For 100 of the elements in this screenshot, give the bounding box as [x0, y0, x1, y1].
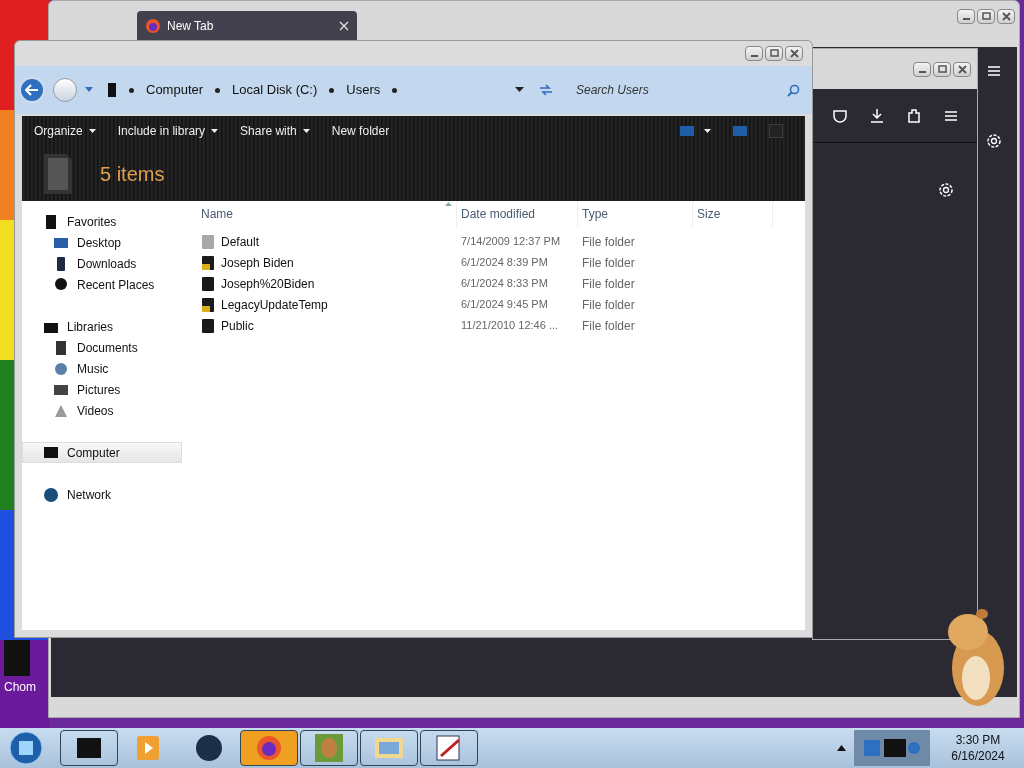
nav-item[interactable]: Desktop	[22, 232, 182, 253]
folder-icon	[201, 275, 215, 292]
close-icon	[789, 49, 799, 58]
type-cell-text: File folder	[581, 233, 636, 251]
nav-item[interactable]: Music	[22, 358, 182, 379]
locked-folder-icon	[201, 254, 215, 271]
bullet-icon	[129, 87, 134, 93]
settings-icon[interactable]	[937, 181, 955, 199]
dropdown-icon[interactable]	[515, 87, 524, 93]
nav-item[interactable]: Computer	[22, 442, 182, 463]
desktop-icon-label[interactable]: Chom	[4, 678, 36, 696]
search-icon	[787, 83, 800, 97]
date-cell-text: 6/1/2024 9:45 PM	[460, 297, 549, 313]
settings-icon[interactable]	[985, 132, 1003, 150]
maximize-button[interactable]	[765, 46, 783, 61]
minimize-icon	[918, 70, 926, 73]
column-header[interactable]: Type	[578, 201, 693, 227]
back-button[interactable]	[19, 77, 45, 103]
maximize-icon	[937, 64, 947, 74]
caret-icon	[88, 129, 96, 133]
minimize-button[interactable]	[745, 46, 763, 61]
file-name[interactable]: Joseph Biden	[221, 253, 294, 272]
maximize-button[interactable]	[933, 61, 951, 77]
toolbar-button[interactable]: Organize	[34, 122, 96, 140]
close-button[interactable]	[997, 9, 1015, 24]
breadcrumb[interactable]: Users	[346, 80, 381, 100]
close-button[interactable]	[785, 46, 803, 61]
windows-logo	[9, 731, 43, 765]
documents-icon	[53, 339, 69, 356]
nav-item[interactable]: Network	[22, 484, 182, 505]
recent-icon	[53, 276, 69, 293]
file-name[interactable]: Default	[221, 232, 260, 251]
caret-icon	[302, 129, 310, 133]
firefox-icon	[145, 17, 161, 34]
date-cell-text: 6/1/2024 8:33 PM	[460, 276, 549, 292]
minimize-icon	[750, 55, 758, 57]
caret-icon[interactable]	[704, 129, 711, 133]
maximize-icon	[769, 49, 779, 58]
nav-item[interactable]: Libraries	[22, 316, 182, 337]
caret-icon	[211, 129, 219, 133]
item-count: 5 items	[100, 161, 165, 187]
nav-item[interactable]: Videos	[22, 400, 182, 421]
download-icon[interactable]	[868, 107, 885, 124]
menu-icon[interactable]	[987, 64, 1001, 78]
date-cell-text: 6/1/2024 8:39 PM	[460, 255, 549, 271]
bullet-icon	[215, 87, 221, 93]
search-field[interactable]: Search Users	[576, 81, 787, 99]
minimize-button[interactable]	[913, 61, 931, 77]
music-icon	[53, 360, 69, 377]
folder-icon	[201, 317, 215, 334]
puzzle-icon[interactable]	[905, 107, 922, 124]
type-cell-text: File folder	[581, 275, 636, 293]
maximize-icon	[981, 12, 991, 21]
taskbar-button[interactable]	[60, 730, 118, 766]
folder-icon	[201, 233, 215, 250]
file-name[interactable]: Joseph%20Biden	[221, 274, 315, 293]
taskbar-button[interactable]	[360, 730, 418, 766]
column-header[interactable]: Size	[693, 201, 773, 227]
file-name[interactable]: Public	[221, 316, 254, 335]
computer-icon	[43, 444, 59, 461]
column-header[interactable]: Date modified	[457, 201, 578, 227]
taskbar-button[interactable]	[420, 730, 478, 766]
tray-app-icon	[862, 737, 922, 759]
bullet-icon	[329, 87, 335, 93]
pocket-icon[interactable]	[831, 107, 848, 124]
date-cell-text: 7/14/2009 12:37 PM	[460, 234, 562, 250]
nav-item[interactable]: Favorites	[22, 211, 182, 232]
type-cell-text: File folder	[581, 254, 636, 272]
close-icon[interactable]	[339, 20, 349, 31]
toolbar-button[interactable]: Share with	[240, 122, 310, 140]
maximize-button[interactable]	[977, 9, 995, 24]
file-name[interactable]: LegacyUpdateTemp	[221, 295, 328, 314]
network-icon	[43, 486, 59, 503]
toolbar-button[interactable]: New folder	[331, 122, 390, 140]
start-button[interactable]	[6, 730, 46, 766]
nav-item[interactable]: Pictures	[22, 379, 182, 400]
clock[interactable]: 3:30 PM 6/16/2024	[938, 732, 1018, 764]
column-header[interactable]: Name	[197, 201, 457, 227]
nav-item[interactable]: Recent Places	[22, 274, 182, 295]
minimize-icon	[962, 18, 970, 20]
bullet-icon	[392, 87, 398, 93]
browser-tab[interactable]: New Tab	[137, 11, 357, 40]
close-icon	[1001, 12, 1011, 21]
type-cell-text: File folder	[581, 317, 636, 335]
taskbar-button[interactable]	[300, 730, 358, 766]
minimize-button[interactable]	[957, 9, 975, 24]
refresh-icon[interactable]	[538, 83, 554, 97]
nav-item[interactable]: Downloads	[22, 253, 182, 274]
breadcrumb[interactable]: Local Disk (C:)	[232, 80, 318, 100]
computer-icon	[107, 83, 117, 97]
close-button[interactable]	[953, 61, 971, 77]
date-cell-text: 11/21/2010 12:46 ...	[460, 318, 560, 334]
type-cell-text: File folder	[581, 296, 636, 314]
tray-icons[interactable]	[854, 730, 930, 766]
tray-arrow-icon[interactable]	[837, 745, 846, 751]
nav-item[interactable]: Documents	[22, 337, 182, 358]
locked-folder-icon	[201, 296, 215, 313]
toolbar-button[interactable]: Include in library	[117, 122, 219, 140]
favorites-icon	[43, 213, 59, 230]
breadcrumb[interactable]: Computer	[146, 80, 204, 100]
